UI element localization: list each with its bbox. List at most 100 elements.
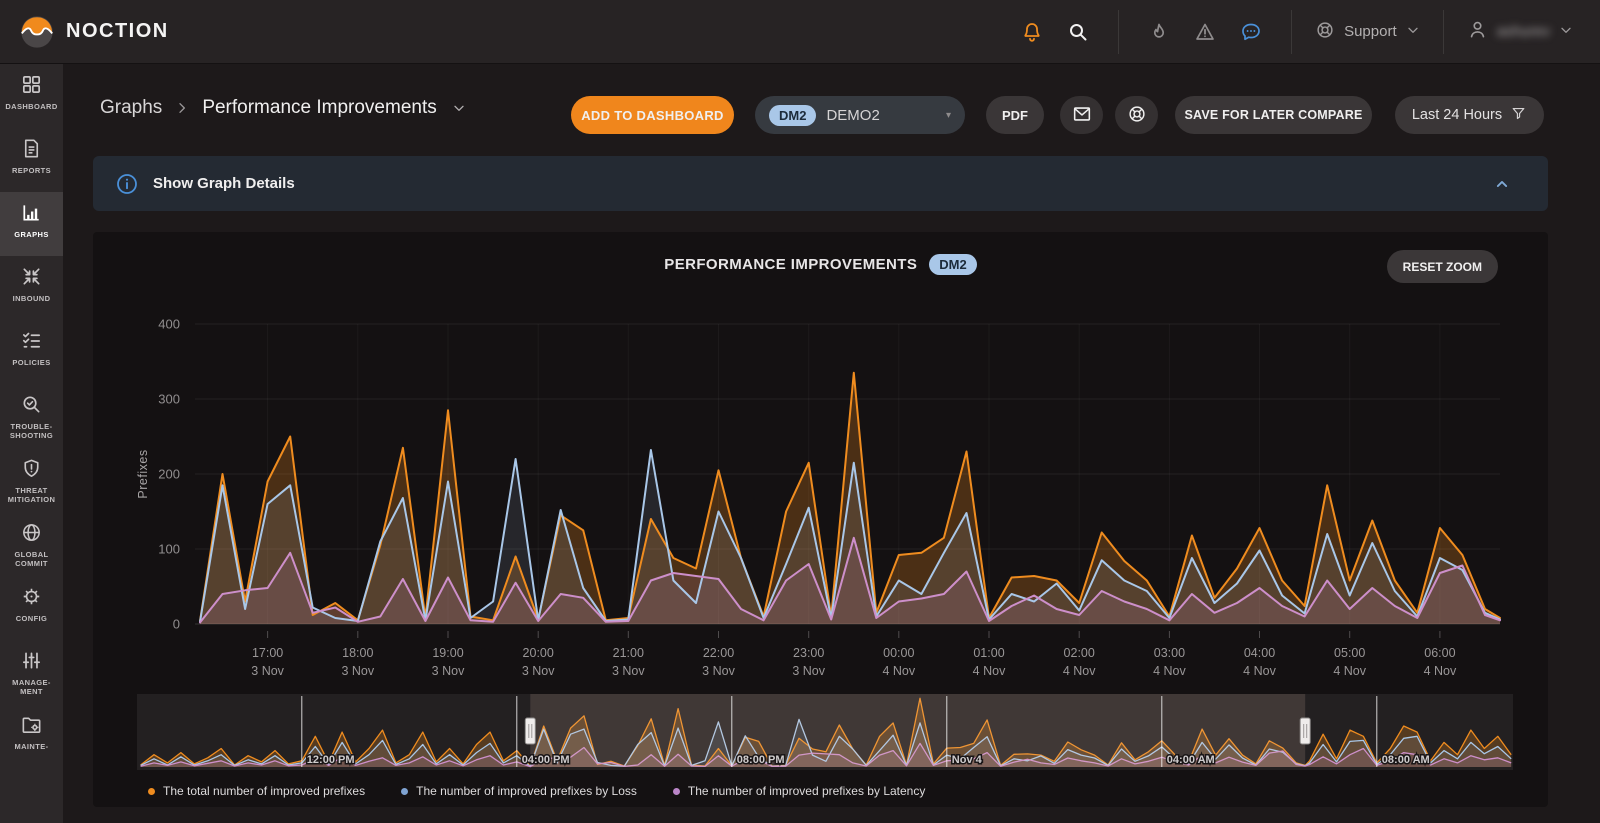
flame-icon[interactable] [1141,14,1177,50]
caret-down-icon: ▾ [946,110,951,121]
legend-dot-icon [148,788,155,795]
sidebar-item-reports[interactable]: REPORTS [0,128,63,192]
username: ashurev [1497,23,1550,40]
search-icon[interactable] [1060,14,1096,50]
legend-label: The number of improved prefixes by Laten… [688,784,925,798]
support-menu[interactable]: Support [1314,19,1421,45]
help-lifebuoy-button[interactable] [1115,96,1158,134]
info-icon [115,172,139,196]
reports-icon [20,137,43,160]
brush-handle[interactable] [525,718,535,744]
sidebar-item-threat-mitigation[interactable]: THREAT MITIGATION [0,448,63,512]
email-button[interactable] [1060,96,1103,134]
chart-title: PERFORMANCE IMPROVEMENTS [664,256,917,273]
sidebar-item-config[interactable]: CONFIG [0,576,63,640]
graphs-icon [20,201,43,224]
sidebar-item-label: THREAT MITIGATION [2,486,61,504]
svg-text:17:00: 17:00 [252,646,283,660]
time-range-label: Last 24 Hours [1412,107,1502,123]
device-select[interactable]: DM2 DEMO2 ▾ [755,96,965,134]
sidebar: DASHBOARD REPORTS GRAPHS INBOUND POLICIES TRO… [0,64,63,823]
brush-handle[interactable] [1300,718,1310,744]
svg-text:3 Nov: 3 Nov [612,664,645,678]
svg-text:21:00: 21:00 [613,646,644,660]
svg-text:19:00: 19:00 [432,646,463,660]
svg-text:100: 100 [158,542,180,557]
svg-text:23:00: 23:00 [793,646,824,660]
legend-item[interactable]: The number of improved prefixes by Loss [401,784,637,798]
warning-triangle-icon[interactable] [1187,14,1223,50]
sidebar-item-manage-ment[interactable]: MANAGE-MENT [0,640,63,704]
policies-icon [20,329,43,352]
chat-bubble-icon[interactable] [1233,14,1269,50]
chevron-right-icon [174,100,190,116]
reset-zoom-button[interactable]: RESET ZOOM [1387,250,1498,283]
divider [1118,10,1119,54]
sidebar-item-label: DASHBOARD [5,102,57,111]
svg-text:3 Nov: 3 Nov [522,664,555,678]
threat-mitigation-icon [20,457,43,480]
sidebar-item-inbound[interactable]: INBOUND [0,256,63,320]
sidebar-item-label: POLICIES [12,358,50,367]
sidebar-item-label: GRAPHS [14,230,49,239]
legend-item[interactable]: The number of improved prefixes by Laten… [673,784,925,798]
envelope-icon [1071,103,1093,128]
svg-text:22:00: 22:00 [703,646,734,660]
sidebar-item-label: REPORTS [12,166,51,175]
user-menu[interactable]: ashurev [1466,18,1574,45]
breadcrumb-root[interactable]: Graphs [100,97,162,119]
main-content: Graphs Performance Improvements ADD TO D… [63,64,1600,823]
svg-text:3 Nov: 3 Nov [702,664,735,678]
sidebar-item-global-commit[interactable]: GLOBAL COMMIT [0,512,63,576]
sidebar-item-label: MANAGE-MENT [2,678,61,696]
sidebar-item-label: INBOUND [13,294,51,303]
chart-title-row: PERFORMANCE IMPROVEMENTS DM2 [93,254,1548,275]
chevron-up-icon[interactable] [1492,174,1512,194]
add-to-dashboard-button[interactable]: ADD TO DASHBOARD [571,96,734,134]
svg-text:4 Nov: 4 Nov [1243,664,1276,678]
svg-text:4 Nov: 4 Nov [973,664,1006,678]
notifications-bell-icon[interactable] [1014,14,1050,50]
brand[interactable]: NOCTION [0,13,169,51]
svg-text:05:00: 05:00 [1334,646,1365,660]
topbar-actions: Support ashurev [1014,10,1600,54]
sidebar-item-label: CONFIG [16,614,48,623]
funnel-filter-icon [1510,105,1527,126]
chart-legend: The total number of improved prefixes The… [148,784,925,798]
sidebar-item-mainte[interactable]: MAINTE- [0,704,63,768]
maintenance-icon [20,713,43,736]
svg-text:4 Nov: 4 Nov [1424,664,1457,678]
svg-text:3 Nov: 3 Nov [341,664,374,678]
svg-text:3 Nov: 3 Nov [432,664,465,678]
svg-text:01:00: 01:00 [973,646,1004,660]
graph-selector-caret-icon[interactable] [451,100,467,116]
troubleshooting-icon [20,393,43,416]
graph-details-toggle[interactable]: Show Graph Details [93,156,1548,211]
svg-text:Nov 4: Nov 4 [952,754,983,766]
legend-dot-icon [401,788,408,795]
performance-improvements-chart[interactable]: 0100200300400Prefixes17:003 Nov18:003 No… [93,292,1548,688]
save-for-later-compare-button[interactable]: SAVE FOR LATER COMPARE [1175,96,1372,134]
sidebar-item-dashboard[interactable]: DASHBOARD [0,64,63,128]
chart-navigator[interactable]: 12:00 PM04:00 PM08:00 PMNov 404:00 AM08:… [137,694,1513,770]
divider [1291,10,1292,54]
config-icon [20,585,43,608]
sidebar-item-graphs[interactable]: GRAPHS [0,192,63,256]
svg-text:4 Nov: 4 Nov [882,664,915,678]
svg-text:20:00: 20:00 [523,646,554,660]
global-commit-icon [20,521,43,544]
svg-text:4 Nov: 4 Nov [1333,664,1366,678]
legend-item[interactable]: The total number of improved prefixes [148,784,365,798]
svg-text:02:00: 02:00 [1064,646,1095,660]
time-range-button[interactable]: Last 24 Hours [1395,96,1544,134]
inbound-icon [20,265,43,288]
support-label: Support [1344,23,1397,40]
details-label: Show Graph Details [153,175,295,192]
chevron-down-icon [1558,22,1574,42]
device-name: DEMO2 [826,107,879,124]
sidebar-item-policies[interactable]: POLICIES [0,320,63,384]
chevron-down-icon [1405,22,1421,42]
sidebar-item-trouble-shooting[interactable]: TROUBLE-SHOOTING [0,384,63,448]
pdf-button[interactable]: PDF [986,96,1044,134]
svg-text:400: 400 [158,317,180,332]
